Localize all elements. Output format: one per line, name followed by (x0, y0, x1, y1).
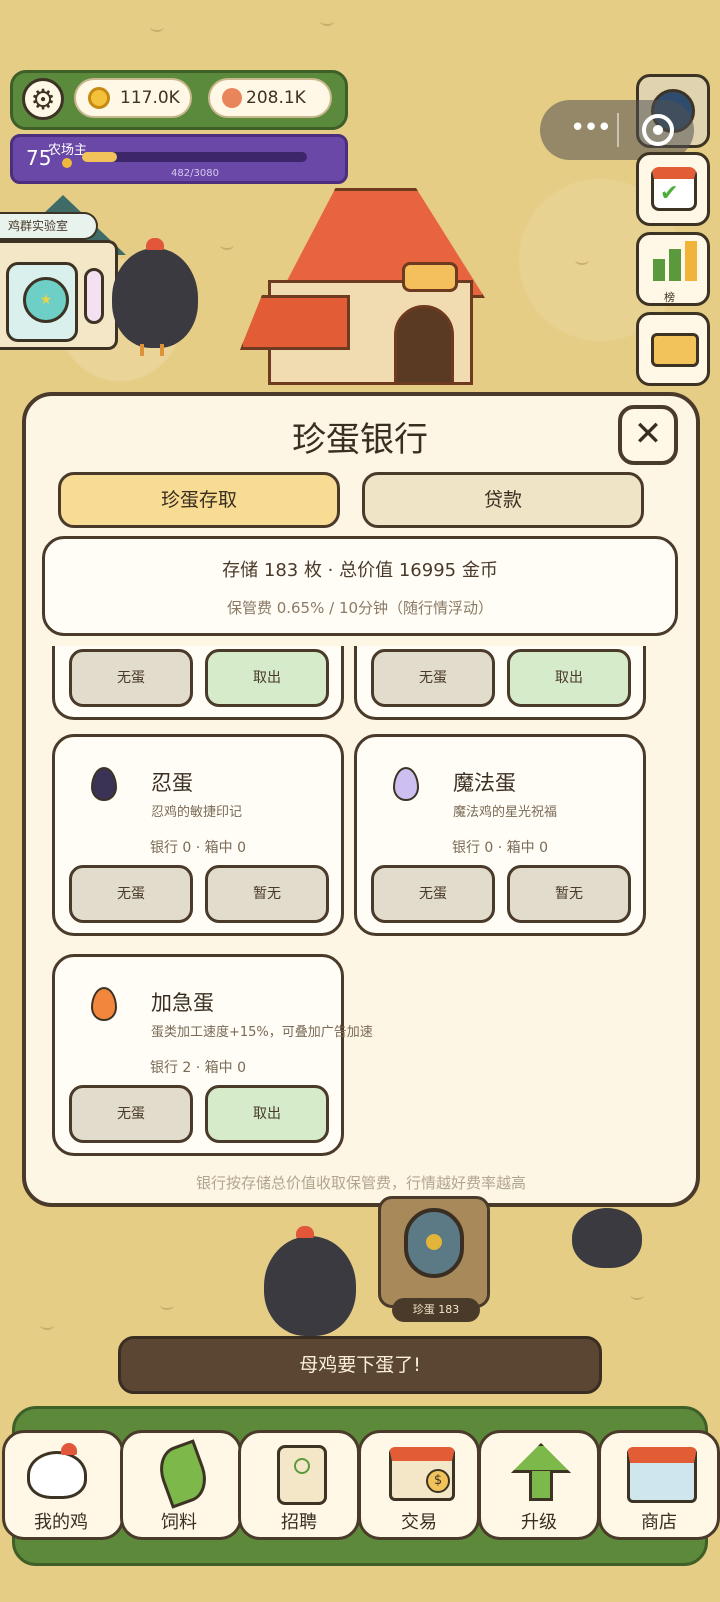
more-menu-icon[interactable]: ••• (560, 110, 620, 150)
nav-label: 商店 (641, 1512, 677, 1533)
gear-icon: ⚙ (30, 82, 56, 116)
test-tube-icon (84, 268, 104, 324)
calendar-check-icon: ✔ (651, 167, 697, 211)
upgrade-arrow-icon (511, 1443, 571, 1473)
black-chicken-icon[interactable] (112, 248, 198, 348)
storage-summary-text: 存储 183 枚 · 总价值 16995 金币 (222, 560, 498, 581)
nav-label: 升级 (521, 1512, 557, 1533)
egg-description: 蛋类加工速度+15%，可叠加广告加速 (151, 1025, 373, 1040)
egg-card: 无蛋 取出 (354, 646, 646, 720)
withdraw-button[interactable]: 暂无 (507, 865, 631, 923)
close-dialog-button[interactable]: ✕ (618, 405, 678, 465)
egg-stock: 银行 0 · 箱中 0 (451, 840, 549, 856)
tab-loan[interactable]: 贷款 (362, 472, 644, 528)
black-chicken-icon[interactable] (572, 1208, 642, 1268)
withdraw-button[interactable]: 暂无 (205, 865, 329, 923)
chicken-icon (27, 1451, 87, 1499)
xp-text: 482/3080 (171, 168, 219, 179)
close-icon: ✕ (633, 414, 663, 454)
egg-card-magic: 魔法蛋 魔法鸡的星光祝福 银行 0 · 箱中 0 无蛋 暂无 (354, 734, 646, 936)
deposit-button[interactable]: 无蛋 (371, 649, 495, 707)
gold-counter: 117.0K (74, 78, 192, 118)
copper-coin-icon (222, 88, 242, 108)
lab-sign: 鸡群实验室 (0, 212, 98, 240)
withdraw-button[interactable]: 取出 (507, 649, 631, 707)
egg-card: 无蛋 取出 (52, 646, 344, 720)
market-icon: $ (389, 1447, 455, 1501)
egg-description: 魔法鸡的星光祝福 (453, 805, 558, 820)
egg-card-ninja: 忍蛋 忍鸡的敏捷印记 银行 0 · 箱中 0 无蛋 暂无 (52, 734, 344, 936)
shop-icon (627, 1447, 697, 1503)
status-toast: 母鸡要下蛋了! (118, 1336, 602, 1394)
level-dot-icon (62, 158, 72, 168)
egg-stock: 银行 0 · 箱中 0 (149, 840, 247, 856)
egg-name: 加急蛋 (151, 991, 214, 1015)
storage-fee-text: 保管费 0.65% / 10分钟（随行情浮动） (226, 599, 494, 617)
deposit-button[interactable]: 无蛋 (371, 865, 495, 923)
deposit-button[interactable]: 无蛋 (69, 865, 193, 923)
copper-counter: 208.1K (208, 78, 332, 118)
nav-label: 交易 (401, 1512, 437, 1533)
egg-name: 魔法蛋 (453, 771, 516, 795)
capsule-divider (617, 113, 619, 147)
badge-icon (277, 1445, 327, 1505)
vault-dial-icon (404, 1208, 464, 1278)
vault-egg-count: 珍蛋 183 (392, 1298, 480, 1322)
bank-footer-note: 银行按存储总价值收取保管费，行情越好费率越高 (195, 1174, 526, 1192)
xp-progress-bar (82, 152, 307, 162)
leaf-icon (152, 1439, 214, 1509)
copper-amount: 208.1K (246, 88, 306, 108)
magic-egg-icon (393, 767, 419, 801)
ninja-egg-icon (91, 767, 117, 801)
tab-egg-deposit[interactable]: 珍蛋存取 (58, 472, 340, 528)
withdraw-button[interactable]: 取出 (205, 649, 329, 707)
dialog-title: 珍蛋银行 (292, 420, 428, 460)
egg-name: 忍蛋 (151, 771, 193, 795)
egg-stock: 银行 2 · 箱中 0 (149, 1060, 247, 1076)
egg-card-rush: 加急蛋 蛋类加工速度+15%，可叠加广告加速 银行 2 · 箱中 0 无蛋 取出 (52, 954, 373, 1156)
coop-egg-sign-icon (402, 262, 458, 292)
deposit-button[interactable]: 无蛋 (69, 649, 193, 707)
ranking-label: 榜 (664, 291, 675, 304)
nav-label: 招聘 (281, 1512, 317, 1533)
coop-door-icon (394, 305, 454, 385)
ranking-bar-icon (653, 259, 665, 281)
close-miniprogram-icon[interactable] (642, 114, 674, 146)
gold-amount: 117.0K (120, 88, 180, 108)
settings-button[interactable]: ⚙ (22, 78, 64, 120)
lab-door-icon (6, 262, 78, 342)
nav-label: 饲料 (161, 1512, 197, 1533)
withdraw-button[interactable]: 取出 (205, 1085, 329, 1143)
xp-progress-fill (82, 152, 118, 162)
mail-icon (651, 333, 699, 367)
daily-checkin-button[interactable]: ✔ (636, 152, 710, 226)
storage-summary-panel (42, 536, 678, 636)
deposit-button[interactable]: 无蛋 (69, 1085, 193, 1143)
nav-label: 我的鸡 (34, 1512, 88, 1533)
gold-coin-icon (88, 87, 110, 109)
rush-egg-icon (91, 987, 117, 1021)
black-chicken-icon[interactable] (264, 1236, 356, 1336)
egg-description: 忍鸡的敏捷印记 (151, 805, 243, 820)
egg-list[interactable]: 无蛋 取出 无蛋 取出 忍蛋 忍鸡的敏捷印记 银行 0 · 箱中 0 无蛋 暂无… (22, 646, 700, 1171)
mail-button[interactable] (636, 312, 710, 386)
